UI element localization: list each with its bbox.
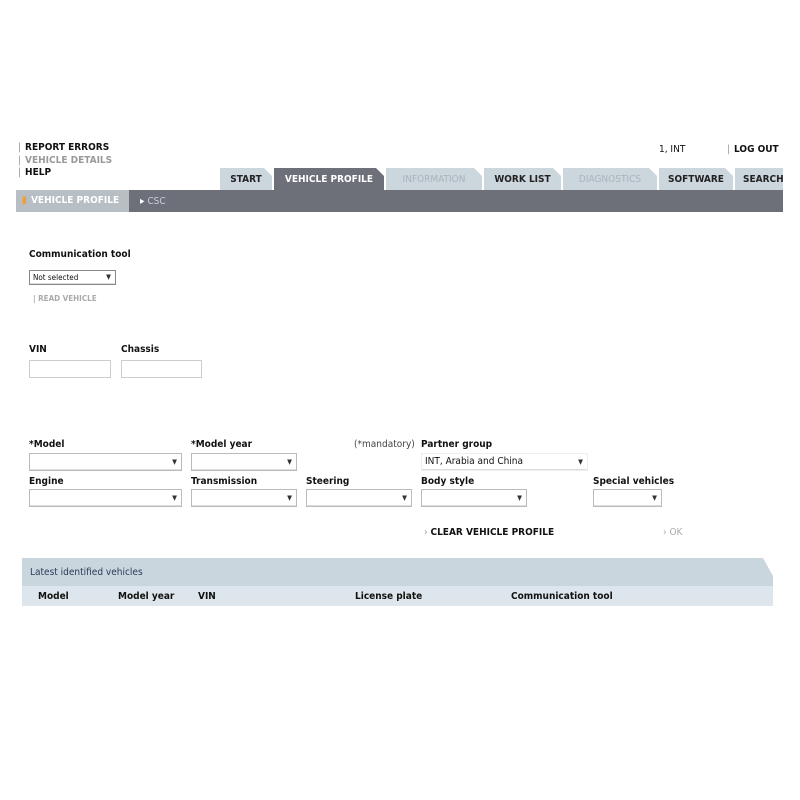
transmission-select[interactable]: ▼ xyxy=(191,489,297,507)
chevron-down-icon: ▼ xyxy=(172,494,177,502)
engine-select[interactable]: ▼ xyxy=(29,489,182,507)
model-year-select[interactable]: ▼ xyxy=(191,453,297,471)
tab-diagnostics: DIAGNOSTICS xyxy=(563,168,657,190)
chevron-down-icon: ▼ xyxy=(578,458,583,466)
comm-tool-value: Not selected xyxy=(33,273,79,282)
engine-label: Engine xyxy=(29,476,64,487)
report-errors-link[interactable]: | REPORT ERRORS xyxy=(18,142,109,153)
tab-search[interactable]: SEARCH xyxy=(735,168,783,190)
chassis-label: Chassis xyxy=(121,344,160,355)
subnav-vehicle-profile-label: VEHICLE PROFILE xyxy=(30,195,120,206)
partner-group-label: Partner group xyxy=(421,439,493,450)
mandatory-note: (*mandatory) xyxy=(354,439,415,450)
help-link[interactable]: | HELP xyxy=(18,167,51,178)
logout-label: LOG OUT xyxy=(734,144,779,155)
subnav-bar xyxy=(16,190,783,212)
column-model[interactable]: Model xyxy=(38,591,69,602)
help-label: HELP xyxy=(25,167,52,178)
column-communication-tool[interactable]: Communication tool xyxy=(511,591,613,602)
model-label: *Model xyxy=(29,439,65,450)
chevron-down-icon: ▼ xyxy=(287,458,292,466)
vin-input[interactable] xyxy=(29,360,111,378)
chevron-down-icon: ▼ xyxy=(287,494,292,502)
special-vehicles-label: Special vehicles xyxy=(593,476,675,487)
chevron-down-icon: ▼ xyxy=(402,494,407,502)
read-vehicle-label: READ VEHICLE xyxy=(38,294,97,303)
chevron-down-icon: ▼ xyxy=(517,494,522,502)
partner-group-select[interactable]: INT, Arabia and China ▼ xyxy=(421,453,588,471)
report-errors-label: REPORT ERRORS xyxy=(25,142,110,153)
body-style-select[interactable]: ▼ xyxy=(421,489,527,507)
column-license-plate[interactable]: License plate xyxy=(355,591,422,602)
logout-link[interactable]: | LOG OUT xyxy=(727,144,779,155)
read-vehicle-button: | READ VEHICLE xyxy=(33,294,97,303)
tab-software[interactable]: SOFTWARE xyxy=(659,168,733,190)
tab-information: INFORMATION xyxy=(386,168,482,190)
latest-vehicles-title: Latest identified vehicles xyxy=(30,567,143,578)
column-vin[interactable]: VIN xyxy=(198,591,216,602)
vehicle-details-link[interactable]: | VEHICLE DETAILS xyxy=(18,155,112,166)
chevron-down-icon: ▼ xyxy=(172,458,177,466)
vin-label: VIN xyxy=(29,344,47,355)
comm-tool-label: Communication tool xyxy=(29,249,131,260)
chassis-input[interactable] xyxy=(121,360,202,378)
chevron-down-icon: ▼ xyxy=(652,494,657,502)
steering-select[interactable]: ▼ xyxy=(306,489,412,507)
tab-work-list[interactable]: WORK LIST xyxy=(484,168,561,190)
tab-vehicle-profile[interactable]: VEHICLE PROFILE xyxy=(274,168,384,190)
model-year-label: *Model year xyxy=(191,439,253,450)
transmission-label: Transmission xyxy=(191,476,258,487)
user-name: 1, INT xyxy=(659,144,686,155)
subnav-csc-label: CSC xyxy=(147,196,166,207)
arrow-right-icon: ▸ xyxy=(140,196,145,207)
subnav-csc[interactable]: ▸ CSC xyxy=(140,196,166,207)
special-vehicles-select[interactable]: ▼ xyxy=(593,489,662,507)
vehicle-details-label: VEHICLE DETAILS xyxy=(25,155,113,166)
ok-label: OK xyxy=(669,527,683,538)
column-model-year[interactable]: Model year xyxy=(118,591,174,602)
chevron-down-icon: ▼ xyxy=(106,273,111,281)
body-style-label: Body style xyxy=(421,476,475,487)
model-select[interactable]: ▼ xyxy=(29,453,182,471)
steering-label: Steering xyxy=(306,476,350,487)
clear-label: CLEAR VEHICLE PROFILE xyxy=(430,527,555,538)
clear-vehicle-profile-button[interactable]: › CLEAR VEHICLE PROFILE xyxy=(424,527,554,538)
ok-button: › OK xyxy=(663,527,682,538)
partner-group-value: INT, Arabia and China xyxy=(425,456,524,467)
subnav-vehicle-profile[interactable]: ▮ VEHICLE PROFILE xyxy=(16,190,129,212)
comm-tool-select[interactable]: Not selected ▼ xyxy=(29,270,116,285)
tab-start[interactable]: START xyxy=(220,168,272,190)
